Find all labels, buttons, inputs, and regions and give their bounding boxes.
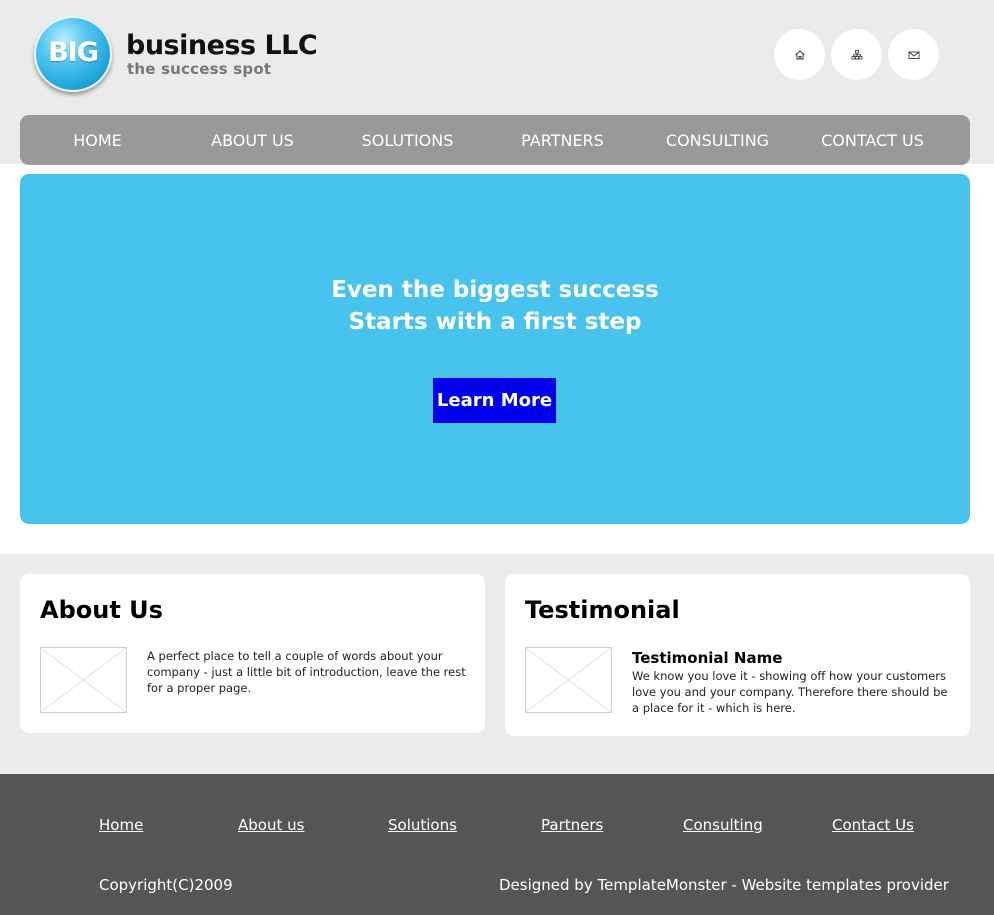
nav-item-about-us[interactable]: ABOUT US [175, 131, 330, 150]
top-icon-bar [774, 29, 939, 80]
designer-credit-text: Designed by TemplateMonster - Website te… [499, 876, 949, 894]
home-icon [794, 49, 805, 59]
testimonial-title: Testimonial [525, 596, 680, 624]
nav-item-contact-us[interactable]: CONTACT US [795, 131, 950, 150]
sitemap-button[interactable] [831, 29, 882, 80]
footer-link-consulting[interactable]: Consulting [683, 816, 763, 834]
footer: Home About us Solutions Partners Consult… [0, 774, 994, 915]
home-button[interactable] [774, 29, 825, 80]
about-us-text: A perfect place to tell a couple of word… [147, 649, 466, 695]
main-nav: HOME ABOUT US SOLUTIONS PARTNERS CONSULT… [20, 115, 970, 165]
testimonial-name: Testimonial Name [632, 649, 783, 667]
logo-slogan: the success spot [127, 60, 272, 78]
footer-link-partners[interactable]: Partners [541, 816, 603, 834]
about-us-title: About Us [40, 596, 163, 624]
image-placeholder-icon [41, 648, 126, 712]
logo-name[interactable]: business LLC [126, 30, 318, 61]
image-placeholder-icon [526, 648, 611, 712]
mail-button[interactable] [888, 29, 939, 80]
logo-badge-text: BIG [48, 37, 99, 68]
sitemap-icon [851, 49, 862, 59]
learn-more-button[interactable]: Learn More [433, 378, 556, 423]
about-us-image-placeholder [40, 647, 127, 713]
about-us-card: About Us A perfect place to tell a coupl… [20, 574, 485, 733]
testimonial-image-placeholder [525, 647, 612, 713]
nav-item-solutions[interactable]: SOLUTIONS [330, 131, 485, 150]
hero-headline-line-1: Even the biggest success [331, 277, 659, 303]
testimonial-card: Testimonial Testimonial Name We know you… [505, 574, 970, 736]
nav-item-consulting[interactable]: CONSULTING [640, 131, 795, 150]
logo-badge[interactable]: BIG [34, 16, 112, 92]
content-band: About Us A perfect place to tell a coupl… [0, 554, 994, 774]
footer-link-about-us[interactable]: About us [238, 816, 304, 834]
nav-item-home[interactable]: HOME [20, 131, 175, 150]
footer-link-solutions[interactable]: Solutions [388, 816, 457, 834]
hero-banner: Even the biggest success Starts with a f… [20, 174, 970, 524]
mail-icon [908, 51, 919, 59]
testimonial-text: We know you love it - showing off how yo… [632, 669, 948, 715]
footer-link-contact-us[interactable]: Contact Us [832, 816, 914, 834]
copyright-text: Copyright(C)2009 [99, 876, 233, 894]
hero-headline-line-2: Starts with a first step [348, 309, 642, 335]
footer-link-home[interactable]: Home [99, 816, 143, 834]
nav-item-partners[interactable]: PARTNERS [485, 131, 640, 150]
